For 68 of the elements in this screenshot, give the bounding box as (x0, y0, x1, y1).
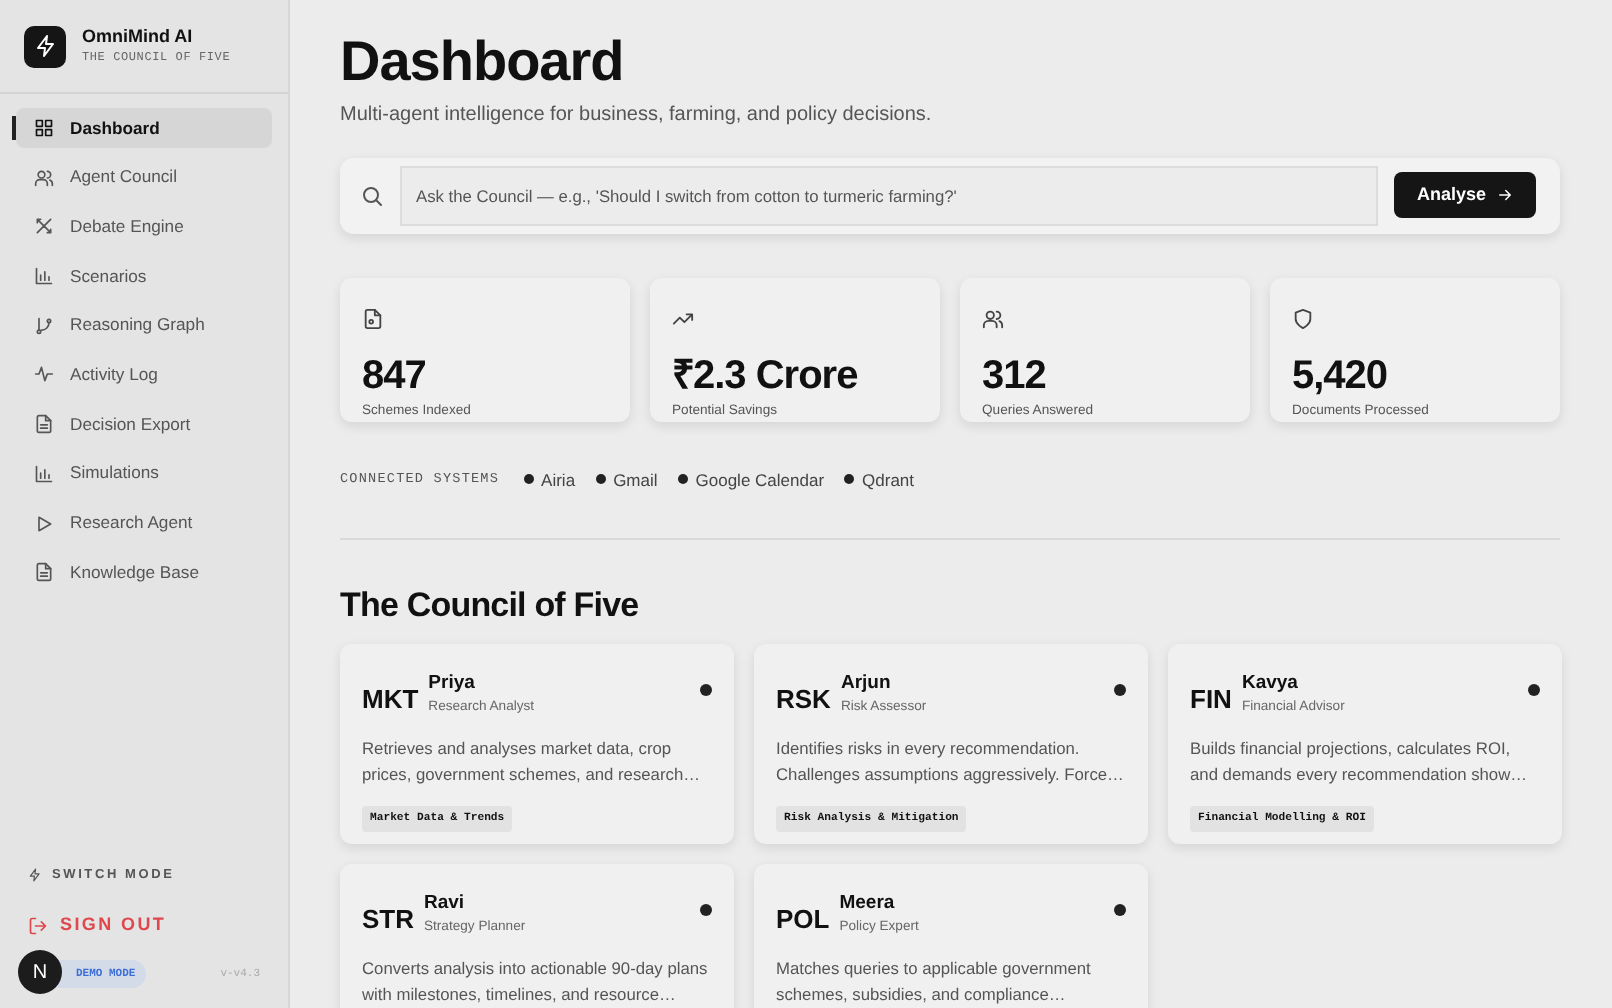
sign-out-button[interactable]: SIGN OUT (28, 912, 260, 940)
system-name: Airia (541, 467, 576, 493)
document-icon (34, 562, 54, 583)
users-icon (34, 167, 54, 188)
stat-value: ₹2.3 Crore (672, 355, 860, 396)
stat-value: 312 (982, 355, 1048, 396)
stat-value: 5,420 (1292, 355, 1390, 396)
system-name: Google Calendar (695, 467, 825, 493)
sign-out-icon (28, 916, 48, 936)
page-title: Dashboard (340, 28, 626, 96)
nav-item[interactable]: Debate Engine (16, 206, 272, 247)
brand-name: OmniMind AI (82, 26, 195, 48)
nav-item[interactable]: Simulations (16, 453, 272, 494)
agent-name: Kavya (1241, 669, 1300, 698)
nav-item[interactable]: Research Agent (16, 503, 272, 543)
search-icon (360, 183, 384, 208)
page-subtitle: Multi-agent intelligence for business, farming, and policy decisions. (340, 101, 934, 130)
agent-name: Priya (428, 669, 477, 698)
section-title: The Council of Five (340, 586, 641, 628)
status-dot (595, 474, 606, 485)
pulse-icon (34, 364, 54, 385)
logo-icon (24, 25, 66, 67)
nav-item[interactable]: Scenarios (16, 256, 272, 297)
agent-name: Arjun (840, 669, 893, 698)
agent-code: STR (362, 901, 414, 938)
status-dot (700, 903, 712, 916)
play-icon (34, 513, 54, 533)
document-icon (362, 307, 384, 330)
agent-description: Converts analysis into actionable 90-day plans with milestones, timelines, and resource… (362, 956, 710, 1008)
document-icon (34, 414, 54, 435)
users-icon (982, 307, 1004, 330)
status-dot (700, 683, 712, 696)
search-field[interactable]: Ask the Council — e.g., 'Should I switch from cotton to turmeric farming?' (400, 165, 1379, 226)
crossed-swords-icon (34, 216, 54, 237)
agent-name: Meera (839, 889, 897, 918)
agent-code: FIN (1190, 681, 1232, 718)
bar-chart-icon (34, 266, 54, 287)
nav-item[interactable]: Dashboard (16, 108, 272, 148)
status-dot (1528, 683, 1540, 696)
agent-description: Matches queries to applicable government schemes, subsidies, and compliance… (776, 956, 1093, 1008)
avatar-button[interactable]: N (18, 950, 62, 994)
agent-code: POL (776, 901, 830, 938)
agent-name: Ravi (424, 889, 467, 918)
agent-code: RSK (776, 681, 831, 718)
status-dot (677, 474, 688, 485)
agent-description: Identifies risks in every recommendation. Challenges assumptions aggressively. Force… (776, 736, 1126, 789)
system-name: Qdrant (862, 467, 915, 493)
bar-chart-icon (34, 463, 54, 484)
lightning-icon (28, 867, 42, 882)
agent-description: Retrieves and analyses market data, crop prices, government schemes, and research… (362, 736, 702, 789)
nav-item[interactable]: Agent Council (16, 157, 272, 198)
agent-code: MKT (362, 681, 419, 718)
grid-icon (34, 118, 54, 138)
stat-value: 847 (362, 355, 428, 396)
analyse-button[interactable]: Analyse (1394, 172, 1536, 219)
nav-item[interactable]: Activity Log (16, 354, 272, 395)
nav-item[interactable]: Reasoning Graph (16, 305, 272, 346)
branch-icon (34, 315, 54, 336)
status-dot (1114, 683, 1126, 696)
nav-item[interactable]: Knowledge Base (16, 552, 272, 593)
status-dot (844, 474, 855, 485)
agent-description: Builds financial projections, calculates ROI, and demands every recommendation show… (1190, 736, 1530, 789)
shield-icon (1292, 307, 1314, 330)
arrow-right-icon (1496, 186, 1514, 205)
status-dot (1114, 903, 1126, 916)
status-dot (523, 474, 534, 485)
nav-item[interactable]: Decision Export (16, 404, 272, 445)
system-name: Gmail (613, 467, 658, 493)
